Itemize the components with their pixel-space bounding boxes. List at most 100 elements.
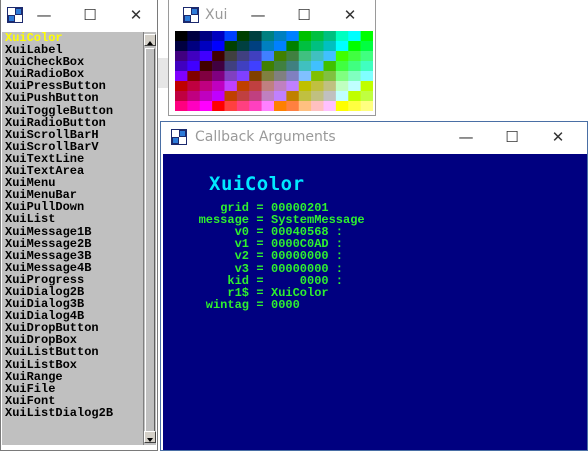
palette-swatch[interactable] bbox=[187, 51, 201, 62]
palette-swatch[interactable] bbox=[298, 81, 312, 92]
close-button[interactable]: ✕ bbox=[327, 0, 373, 30]
palette-swatch[interactable] bbox=[187, 81, 201, 92]
list-item[interactable]: XuiRadioButton bbox=[5, 117, 143, 129]
palette-swatch[interactable] bbox=[249, 71, 262, 82]
palette-swatch[interactable] bbox=[360, 101, 373, 111]
palette-swatch[interactable] bbox=[224, 81, 238, 92]
palette-swatch[interactable] bbox=[175, 41, 188, 52]
list-item[interactable]: XuiMessage1B bbox=[5, 225, 143, 237]
palette-swatch[interactable] bbox=[274, 61, 287, 72]
palette-swatch[interactable] bbox=[187, 61, 201, 72]
palette-swatch[interactable] bbox=[224, 31, 238, 42]
palette-swatch[interactable] bbox=[212, 41, 225, 52]
list-item[interactable]: XuiFile bbox=[5, 383, 143, 395]
palette-swatch[interactable] bbox=[199, 61, 213, 72]
palette-swatch[interactable] bbox=[311, 81, 324, 92]
callback-titlebar[interactable]: Callback Arguments — ☐ ✕ bbox=[161, 122, 587, 152]
palette-swatch[interactable] bbox=[212, 81, 225, 92]
color-palette-grid[interactable] bbox=[175, 31, 373, 111]
palette-swatch[interactable] bbox=[323, 101, 337, 111]
widget-list-titlebar[interactable]: — ☐ ✕ bbox=[1, 0, 157, 30]
palette-swatch[interactable] bbox=[360, 31, 373, 42]
palette-swatch[interactable] bbox=[236, 51, 250, 62]
palette-swatch[interactable] bbox=[335, 91, 349, 102]
palette-swatch[interactable] bbox=[224, 41, 238, 52]
palette-swatch[interactable] bbox=[212, 31, 225, 42]
palette-swatch[interactable] bbox=[323, 51, 337, 62]
list-item[interactable]: XuiPushButton bbox=[5, 92, 143, 104]
palette-swatch[interactable] bbox=[199, 31, 213, 42]
palette-swatch[interactable] bbox=[249, 81, 262, 92]
palette-swatch[interactable] bbox=[335, 51, 349, 62]
palette-swatch[interactable] bbox=[199, 81, 213, 92]
palette-swatch[interactable] bbox=[261, 91, 275, 102]
palette-swatch[interactable] bbox=[274, 91, 287, 102]
palette-swatch[interactable] bbox=[236, 31, 250, 42]
palette-swatch[interactable] bbox=[298, 61, 312, 72]
palette-swatch[interactable] bbox=[249, 61, 262, 72]
palette-titlebar[interactable]: Xui — ☐ ✕ bbox=[169, 0, 375, 30]
minimize-button[interactable]: — bbox=[21, 0, 67, 30]
palette-swatch[interactable] bbox=[236, 101, 250, 111]
palette-swatch[interactable] bbox=[175, 31, 188, 42]
palette-swatch[interactable] bbox=[175, 61, 188, 72]
palette-swatch[interactable] bbox=[298, 71, 312, 82]
palette-swatch[interactable] bbox=[311, 61, 324, 72]
palette-swatch[interactable] bbox=[175, 101, 188, 111]
palette-swatch[interactable] bbox=[311, 51, 324, 62]
palette-swatch[interactable] bbox=[286, 31, 300, 42]
palette-swatch[interactable] bbox=[298, 101, 312, 111]
palette-swatch[interactable] bbox=[212, 61, 225, 72]
list-item[interactable]: XuiMessage3B bbox=[5, 250, 143, 262]
palette-swatch[interactable] bbox=[348, 31, 361, 42]
palette-swatch[interactable] bbox=[249, 101, 262, 111]
palette-swatch[interactable] bbox=[286, 91, 300, 102]
palette-swatch[interactable] bbox=[187, 91, 201, 102]
palette-swatch[interactable] bbox=[175, 71, 188, 82]
palette-swatch[interactable] bbox=[286, 71, 300, 82]
palette-swatch[interactable] bbox=[175, 81, 188, 92]
palette-swatch[interactable] bbox=[274, 31, 287, 42]
palette-swatch[interactable] bbox=[261, 41, 275, 52]
palette-swatch[interactable] bbox=[224, 61, 238, 72]
palette-swatch[interactable] bbox=[323, 41, 337, 52]
palette-swatch[interactable] bbox=[348, 81, 361, 92]
palette-swatch[interactable] bbox=[212, 51, 225, 62]
palette-swatch[interactable] bbox=[360, 91, 373, 102]
palette-swatch[interactable] bbox=[323, 61, 337, 72]
palette-swatch[interactable] bbox=[249, 41, 262, 52]
palette-swatch[interactable] bbox=[249, 31, 262, 42]
list-item[interactable]: XuiList bbox=[5, 213, 143, 225]
maximize-button[interactable]: ☐ bbox=[67, 0, 113, 30]
palette-swatch[interactable] bbox=[274, 71, 287, 82]
palette-swatch[interactable] bbox=[212, 101, 225, 111]
palette-swatch[interactable] bbox=[348, 101, 361, 111]
palette-swatch[interactable] bbox=[286, 61, 300, 72]
close-button[interactable]: ✕ bbox=[113, 0, 159, 30]
list-item[interactable]: XuiListButton bbox=[5, 346, 143, 358]
palette-swatch[interactable] bbox=[323, 91, 337, 102]
palette-swatch[interactable] bbox=[323, 71, 337, 82]
scroll-up-arrow[interactable] bbox=[144, 34, 156, 46]
palette-swatch[interactable] bbox=[298, 51, 312, 62]
palette-swatch[interactable] bbox=[261, 61, 275, 72]
palette-swatch[interactable] bbox=[187, 101, 201, 111]
scroll-down-arrow[interactable] bbox=[144, 431, 156, 443]
palette-swatch[interactable] bbox=[199, 91, 213, 102]
palette-swatch[interactable] bbox=[212, 91, 225, 102]
palette-swatch[interactable] bbox=[249, 51, 262, 62]
palette-swatch[interactable] bbox=[261, 51, 275, 62]
palette-swatch[interactable] bbox=[199, 71, 213, 82]
palette-swatch[interactable] bbox=[286, 101, 300, 111]
palette-swatch[interactable] bbox=[224, 71, 238, 82]
palette-swatch[interactable] bbox=[261, 81, 275, 92]
palette-swatch[interactable] bbox=[187, 71, 201, 82]
palette-swatch[interactable] bbox=[360, 81, 373, 92]
palette-swatch[interactable] bbox=[360, 71, 373, 82]
palette-swatch[interactable] bbox=[348, 41, 361, 52]
palette-swatch[interactable] bbox=[187, 41, 201, 52]
list-scrollbar[interactable] bbox=[143, 32, 156, 445]
palette-swatch[interactable] bbox=[236, 61, 250, 72]
palette-swatch[interactable] bbox=[274, 51, 287, 62]
palette-swatch[interactable] bbox=[236, 71, 250, 82]
